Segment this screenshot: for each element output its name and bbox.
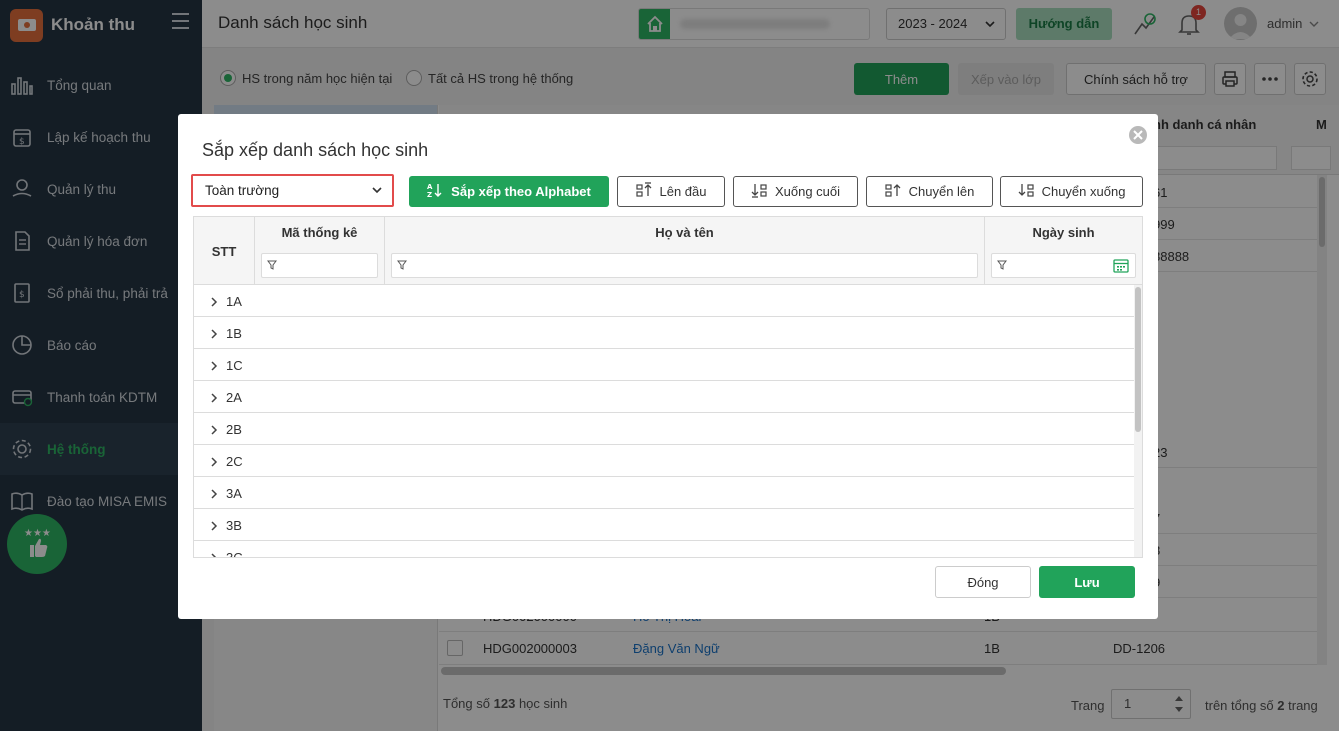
- grid-scrollbar[interactable]: [1134, 285, 1142, 557]
- column-stt: STT: [194, 217, 255, 285]
- group-name: 1A: [226, 294, 242, 309]
- group-row[interactable]: 3A: [194, 477, 1134, 509]
- filter-icon: [997, 259, 1007, 274]
- sort-students-dialog: Sắp xếp danh sách học sinh Toàn trường A…: [178, 114, 1158, 619]
- svg-text:A: A: [427, 183, 433, 191]
- svg-text:Z: Z: [427, 191, 432, 198]
- grid-header: STT Mã thống kê Họ và tên Ngày sinh: [194, 217, 1142, 285]
- chevron-right-icon[interactable]: [210, 327, 218, 342]
- dialog-title: Sắp xếp danh sách học sinh: [202, 140, 429, 160]
- column-label: STT: [211, 244, 237, 259]
- save-button[interactable]: Lưu: [1039, 566, 1135, 598]
- column-label: Ngày sinh: [1032, 225, 1095, 240]
- sort-az-icon: AZ: [427, 182, 443, 201]
- column-label: Mã thống kê: [281, 225, 358, 240]
- dob-filter-input[interactable]: [991, 253, 1136, 278]
- calendar-icon[interactable]: [1113, 258, 1129, 276]
- group-row[interactable]: 1B: [194, 317, 1134, 349]
- sort-grid: STT Mã thống kê Họ và tên Ngày sinh 1A 1…: [193, 216, 1143, 558]
- chevron-right-icon[interactable]: [210, 391, 218, 406]
- code-filter-input[interactable]: [261, 253, 378, 278]
- chevron-right-icon[interactable]: [210, 423, 218, 438]
- column-code: Mã thống kê: [255, 217, 385, 285]
- button-label: Chuyển xuống: [1041, 184, 1126, 199]
- move-top-icon: [635, 182, 652, 201]
- name-filter-input[interactable]: [391, 253, 978, 278]
- group-row[interactable]: 3C: [194, 541, 1134, 558]
- scope-select-value: Toàn trường: [205, 183, 280, 198]
- group-name: 3A: [226, 486, 242, 501]
- group-row[interactable]: 2B: [194, 413, 1134, 445]
- move-bottom-icon: [751, 182, 767, 201]
- group-name: 2A: [226, 390, 242, 405]
- group-name: 3C: [226, 550, 243, 558]
- scope-select[interactable]: Toàn trường: [191, 174, 394, 207]
- close-icon[interactable]: [1129, 126, 1147, 144]
- move-up-icon: [885, 182, 901, 201]
- group-name: 1B: [226, 326, 242, 341]
- chevron-down-icon: [371, 176, 383, 215]
- column-label: Họ và tên: [655, 225, 714, 240]
- move-down-button[interactable]: Chuyển xuống: [1000, 176, 1143, 207]
- button-label: Sắp xếp theo Alphabet: [451, 184, 591, 199]
- move-up-button[interactable]: Chuyển lên: [866, 176, 993, 207]
- group-row[interactable]: 3B: [194, 509, 1134, 541]
- group-name: 1C: [226, 358, 243, 373]
- move-to-bottom-button[interactable]: Xuống cuối: [733, 176, 858, 207]
- column-name: Họ và tên: [385, 217, 985, 285]
- chevron-right-icon[interactable]: [210, 455, 218, 470]
- chevron-right-icon[interactable]: [210, 487, 218, 502]
- chevron-right-icon[interactable]: [210, 359, 218, 374]
- filter-icon: [397, 259, 407, 274]
- group-row[interactable]: 2C: [194, 445, 1134, 477]
- button-label: Lên đầu: [659, 184, 707, 199]
- sort-alphabet-button[interactable]: AZ Sắp xếp theo Alphabet: [409, 176, 609, 207]
- group-name: 2C: [226, 454, 243, 469]
- button-label: Chuyển lên: [908, 184, 975, 199]
- chevron-right-icon[interactable]: [210, 551, 218, 557]
- group-row[interactable]: 2A: [194, 381, 1134, 413]
- filter-icon: [267, 259, 277, 274]
- move-down-icon: [1018, 182, 1034, 201]
- group-row[interactable]: 1C: [194, 349, 1134, 381]
- group-row[interactable]: 1A: [194, 285, 1134, 317]
- move-to-top-button[interactable]: Lên đầu: [617, 176, 725, 207]
- close-button[interactable]: Đóng: [935, 566, 1031, 598]
- chevron-right-icon[interactable]: [210, 295, 218, 310]
- column-dob: Ngày sinh: [985, 217, 1142, 285]
- group-name: 2B: [226, 422, 242, 437]
- button-label: Xuống cuối: [774, 184, 841, 199]
- group-name: 3B: [226, 518, 242, 533]
- chevron-right-icon[interactable]: [210, 519, 218, 534]
